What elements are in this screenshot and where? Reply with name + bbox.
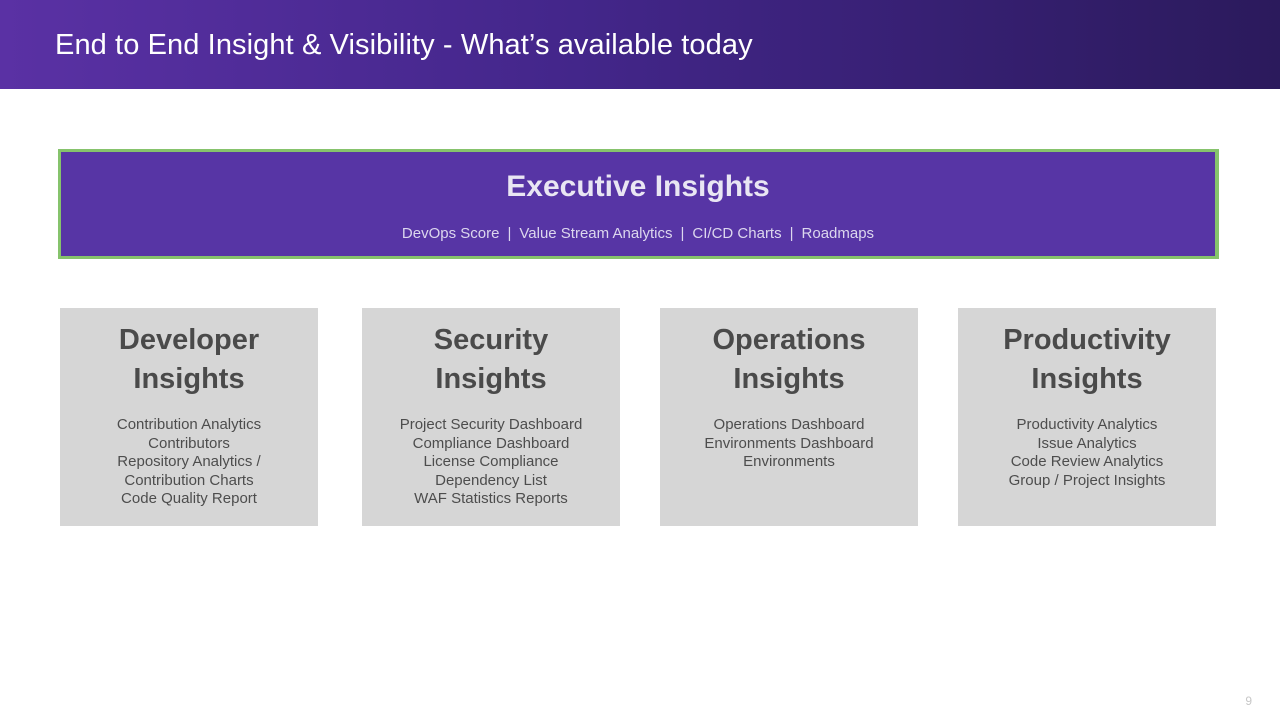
card-item: Environments [743,453,835,471]
separator: | [789,225,794,242]
card-items: Contribution Analytics Contributors Repo… [60,416,318,509]
executive-insights-items: DevOps Score | Value Stream Analytics | CI/C… [61,224,1215,244]
slide-title: End to End Insight & Visibility - What’s… [55,29,753,61]
executive-insights-box: Executive Insights DevOps Score | Value St… [58,149,1219,259]
executive-item: Roadmaps [801,225,875,242]
card-item: Contribution Charts [124,471,254,489]
card-title: Operations Insights [660,321,918,399]
card-title-line: Operations [712,324,866,356]
card-item: WAF Statistics Reports [414,490,568,508]
card-items: Project Security Dashboard Compliance Da… [362,416,620,509]
card-item: Project Security Dashboard [399,416,583,433]
card-title-line: Insights [435,363,547,395]
card-item: Dependency List [435,471,547,489]
card-items: Operations Dashboard Environments Dashbo… [660,416,918,472]
card-title: Developer Insights [60,321,318,399]
card-item: Operations Dashboard [713,416,865,433]
card-item: Repository Analytics / [117,453,261,471]
card-title-line: Security [433,324,549,356]
card-items: Productivity Analytics Issue Analytics C… [958,416,1216,490]
developer-insights-card: Developer Insights Contribution Analytic… [60,308,318,526]
card-title-line: Developer [118,324,260,356]
card-title-line: Insights [133,363,245,395]
executive-item: DevOps Score [401,225,500,242]
card-item: Code Review Analytics [1010,453,1164,471]
page-number: 9 [1245,694,1252,708]
card-item: Environments Dashboard [704,434,874,452]
card-item: Contributors [148,434,230,452]
card-title-line: Insights [1031,363,1143,395]
card-item: Productivity Analytics [1016,416,1158,433]
card-item: Code Quality Report [121,490,257,508]
card-item: Compliance Dashboard [412,434,570,452]
executive-insights-title: Executive Insights [506,170,770,203]
card-title-line: Insights [733,363,845,395]
separator: | [680,225,685,242]
executive-item: CI/CD Charts [692,225,782,242]
card-title-line: Productivity [1003,324,1171,356]
card-title: Security Insights [362,321,620,399]
card-item: Group / Project Insights [1008,471,1166,489]
security-insights-card: Security Insights Project Security Dashb… [362,308,620,526]
card-item: Contribution Analytics [116,416,262,433]
card-item: Issue Analytics [1037,434,1137,452]
operations-insights-card: Operations Insights Operations Dashboard… [660,308,918,526]
slide-header: End to End Insight & Visibility - What’s… [0,0,1280,89]
productivity-insights-card: Productivity Insights Productivity Analy… [958,308,1216,526]
separator: | [507,225,512,242]
card-title: Productivity Insights [958,321,1216,399]
card-item: License Compliance [423,453,559,471]
executive-item: Value Stream Analytics [519,225,673,242]
